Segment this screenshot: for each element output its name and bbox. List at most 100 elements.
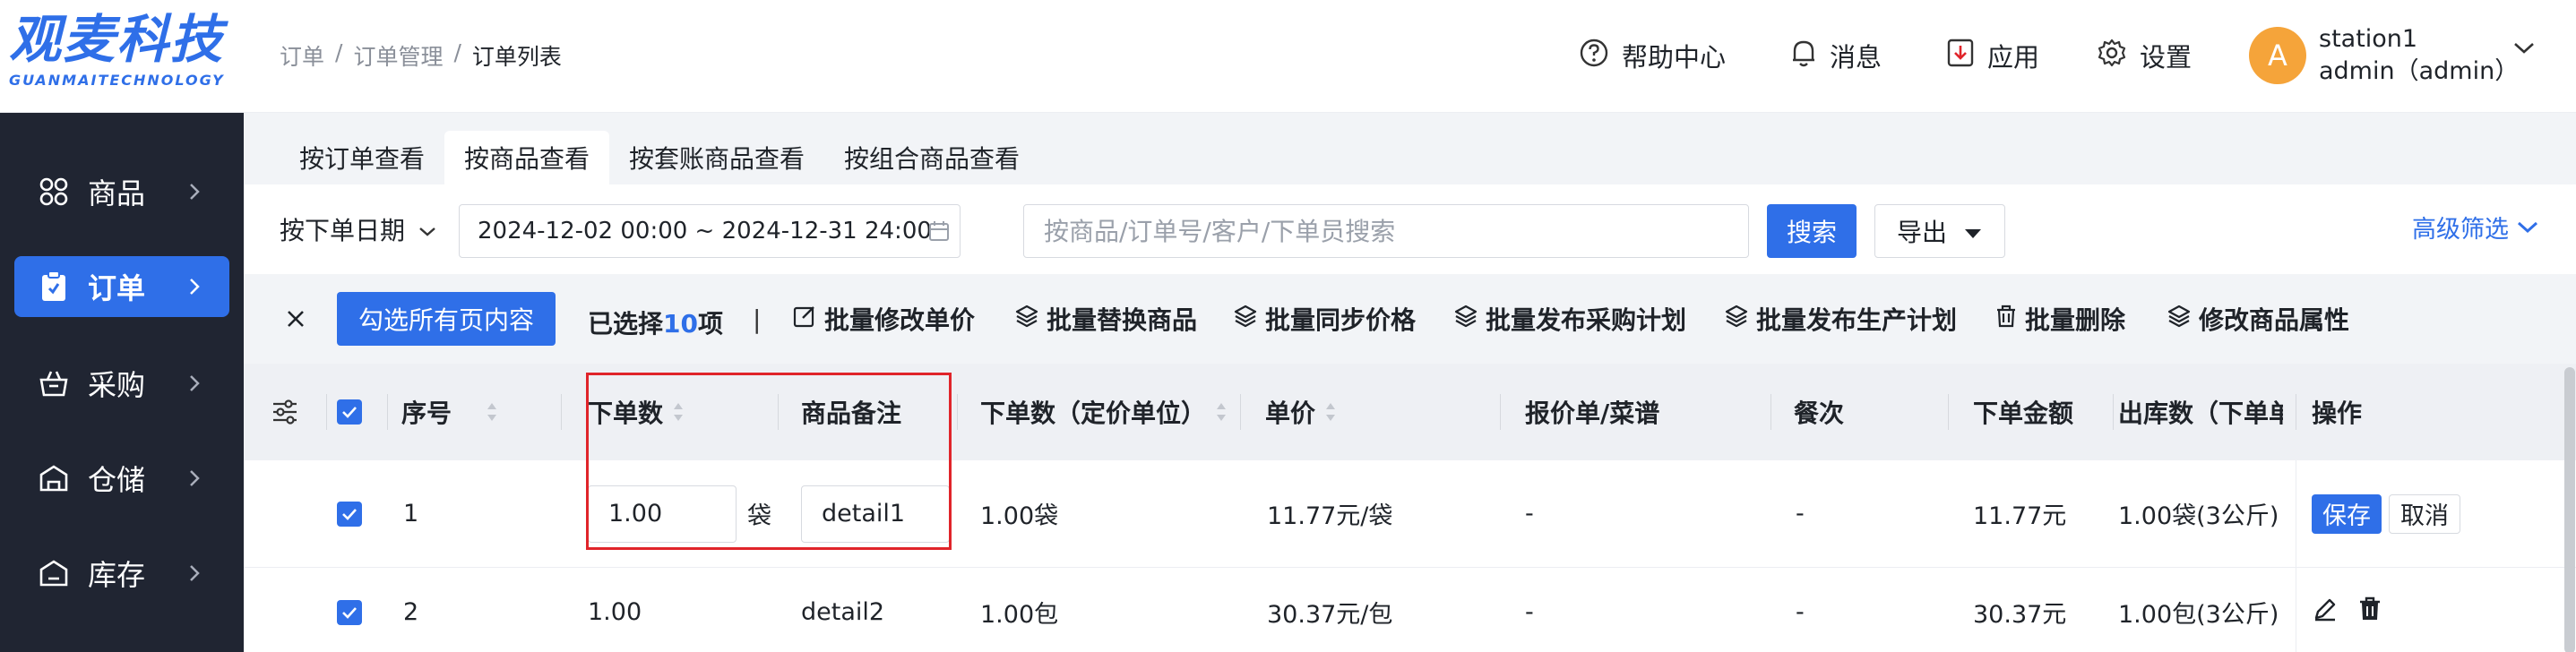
export-label: 导出 bbox=[1896, 218, 1947, 247]
order-qty-input[interactable] bbox=[588, 485, 737, 543]
order-qty-cell: 袋 bbox=[588, 460, 771, 567]
chevron-right-icon bbox=[179, 558, 210, 588]
save-button[interactable]: 保存 bbox=[2312, 493, 2382, 534]
search-button[interactable]: 搜索 bbox=[1767, 204, 1857, 258]
batch-action-label: 批量发布采购计划 bbox=[1486, 305, 1687, 335]
breadcrumb-current: 订单列表 bbox=[471, 44, 562, 70]
sidebar-item-label: 仓储 bbox=[88, 463, 146, 497]
amount-cell: 11.77元 bbox=[1973, 502, 2067, 530]
batch-delete-button[interactable]: 批量删除 bbox=[1994, 301, 2125, 337]
tab-by-order[interactable]: 按订单查看 bbox=[280, 131, 444, 184]
search-input[interactable] bbox=[1023, 204, 1749, 258]
row-checkbox[interactable] bbox=[337, 568, 362, 652]
breadcrumb-item[interactable]: 订单管理 bbox=[353, 39, 443, 72]
date-range-value: 2024-12-02 00:00 ~ 2024-12-31 24:00 bbox=[478, 218, 932, 244]
chevron-down-icon[interactable] bbox=[2512, 41, 2536, 59]
sidebar-item-orders[interactable]: 订单 bbox=[14, 256, 229, 317]
advanced-filter-toggle[interactable]: 高级筛选 bbox=[2412, 204, 2539, 249]
user-info[interactable]: station1 admin（admin） bbox=[2319, 23, 2519, 88]
logo: 观麦科技 GUANMAITECHNOLOGY bbox=[0, 0, 244, 113]
qty-pricing-cell: 1.00包 bbox=[980, 601, 1059, 629]
batch-sync-price-button[interactable]: 批量同步价格 bbox=[1233, 301, 1416, 337]
edit-product-attributes-button[interactable]: 修改商品属性 bbox=[2167, 301, 2349, 337]
batch-action-label: 批量修改单价 bbox=[824, 305, 976, 335]
column-header-label: 单价 bbox=[1265, 399, 1316, 428]
outbound-cell: 1.00包(3公斤) bbox=[2118, 601, 2279, 629]
date-type-value: 按下单日期 bbox=[280, 216, 406, 245]
column-settings-icon[interactable] bbox=[271, 364, 299, 460]
sort-icon[interactable] bbox=[486, 364, 498, 460]
batch-action-label: 批量替换商品 bbox=[1047, 305, 1198, 335]
layers-icon bbox=[1233, 304, 1258, 335]
help-icon bbox=[1579, 38, 1609, 74]
outbound-cell: 1.00袋(3公斤) bbox=[2118, 502, 2279, 530]
column-divider bbox=[326, 394, 327, 430]
cancel-button[interactable]: 取消 bbox=[2389, 493, 2460, 534]
sort-icon bbox=[1215, 400, 1228, 424]
remark-input[interactable] bbox=[801, 485, 950, 543]
tab-by-combo-product[interactable]: 按组合商品查看 bbox=[824, 131, 1039, 184]
batch-action-label: 修改商品属性 bbox=[2199, 305, 2350, 335]
column-header-meal: 餐次 bbox=[1794, 399, 1845, 428]
trash-icon[interactable] bbox=[2358, 596, 2382, 629]
calendar-icon bbox=[927, 219, 951, 249]
unit-price-cell: 30.37元/包 bbox=[1267, 601, 1393, 629]
chevron-right-icon bbox=[179, 176, 210, 207]
row-checkbox[interactable] bbox=[337, 460, 362, 567]
caret-down-icon bbox=[1963, 217, 1983, 246]
messages-label: 消息 bbox=[1830, 42, 1882, 73]
tab-by-account-product[interactable]: 按套账商品查看 bbox=[609, 131, 824, 184]
sidebar-item-inventory[interactable]: 库存 bbox=[14, 543, 229, 604]
trash-icon bbox=[1994, 304, 2018, 335]
sidebar-item-purchase[interactable]: 采购 bbox=[14, 353, 229, 414]
date-type-select[interactable]: 按下单日期 bbox=[280, 202, 437, 256]
check-icon bbox=[337, 599, 362, 625]
pencil-icon[interactable] bbox=[2312, 596, 2339, 629]
user-name: admin（admin） bbox=[2319, 57, 2520, 85]
column-header-order-qty[interactable]: 下单数 bbox=[588, 364, 685, 460]
amount-cell: 30.37元 bbox=[1973, 601, 2067, 629]
tab-by-product[interactable]: 按商品查看 bbox=[444, 131, 610, 184]
column-header-unit-price[interactable]: 单价 bbox=[1265, 364, 1337, 460]
date-range-picker[interactable]: 2024-12-02 00:00 ~ 2024-12-31 24:00 bbox=[459, 204, 961, 258]
batch-publish-purchase-plan-button[interactable]: 批量发布采购计划 bbox=[1453, 301, 1686, 337]
chevron-down-icon bbox=[418, 215, 437, 244]
apps-button[interactable]: 应用 bbox=[1946, 32, 2039, 79]
chevron-right-icon bbox=[179, 271, 210, 302]
breadcrumb-item[interactable]: 订单 bbox=[280, 39, 324, 72]
settings-button[interactable]: 设置 bbox=[2097, 32, 2192, 79]
column-header-outbound-qty: 出库数（下单单位 bbox=[2118, 399, 2283, 428]
column-header-remark: 商品备注 bbox=[801, 399, 902, 428]
column-header-qty-pricing-unit[interactable]: 下单数（定价单位） bbox=[980, 364, 1228, 460]
settings-label: 设置 bbox=[2140, 42, 2193, 73]
chevron-down-icon bbox=[2516, 213, 2539, 241]
sidebar-item-label: 商品 bbox=[88, 176, 146, 210]
filter-bar: 按下单日期 2024-12-02 00:00 ~ 2024-12-31 24:0… bbox=[244, 184, 2576, 274]
batch-replace-product-button[interactable]: 批量替换商品 bbox=[1014, 301, 1197, 337]
close-icon[interactable] bbox=[280, 303, 312, 335]
messages-button[interactable]: 消息 bbox=[1790, 32, 1882, 79]
batch-publish-production-plan-button[interactable]: 批量发布生产计划 bbox=[1724, 301, 1957, 337]
sidebar-item-warehouse[interactable]: 仓储 bbox=[14, 448, 229, 509]
station-name: station1 bbox=[2319, 25, 2418, 53]
meal-cell: - bbox=[1796, 500, 1805, 528]
unit-price-cell: 11.77元/袋 bbox=[1267, 502, 1393, 530]
sidebar-item-goods[interactable]: 商品 bbox=[14, 161, 229, 222]
sidebar-item-label: 采购 bbox=[88, 368, 146, 402]
batch-action-label: 批量删除 bbox=[2025, 305, 2126, 335]
edit-icon bbox=[792, 304, 817, 335]
column-divider bbox=[957, 394, 958, 430]
help-center-button[interactable]: 帮助中心 bbox=[1579, 32, 1726, 79]
qty-pricing-cell: 1.00袋 bbox=[980, 502, 1059, 530]
quote-cell: - bbox=[1525, 500, 1534, 528]
select-all-pages-button[interactable]: 勾选所有页内容 bbox=[337, 292, 556, 346]
quote-cell: - bbox=[1525, 598, 1534, 626]
check-icon bbox=[337, 501, 362, 527]
vertical-scrollbar[interactable] bbox=[2564, 367, 2575, 652]
avatar[interactable]: A bbox=[2249, 27, 2306, 84]
export-dropdown-button[interactable]: 导出 bbox=[1874, 204, 2005, 258]
warehouse-icon bbox=[36, 460, 72, 496]
batch-edit-price-button[interactable]: 批量修改单价 bbox=[792, 301, 975, 337]
select-all-checkbox[interactable] bbox=[337, 364, 362, 460]
advanced-filter-label: 高级筛选 bbox=[2412, 215, 2509, 244]
